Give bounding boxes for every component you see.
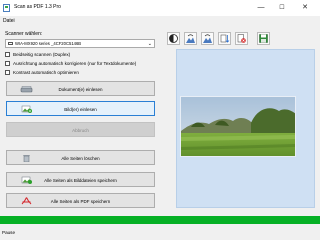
scan-document-button[interactable]: Dokument(e) einlesen <box>6 81 155 96</box>
contrast-button[interactable] <box>167 32 180 45</box>
move-page-icon <box>220 34 230 43</box>
title-bar: Scan as PDF 1.3 Pro — ☐ ✕ <box>0 0 320 16</box>
delete-all-pages-button[interactable]: Alle Seiten löschen <box>6 150 155 165</box>
scanner-icon <box>8 42 13 45</box>
delete-page-icon <box>237 34 246 43</box>
window-title: Scan as PDF 1.3 Pro <box>14 4 61 10</box>
scanner-select[interactable]: WIA-MX920 series _4CF20C5146B ⌄ <box>5 39 155 48</box>
rotate-right-button[interactable] <box>201 32 214 45</box>
status-text: Pause <box>2 230 16 235</box>
move-page-button[interactable] <box>218 32 231 45</box>
scan-document-label: Dokument(e) einlesen <box>58 87 103 92</box>
scan-image-label: Bild(er) einlesen <box>64 107 97 112</box>
disabled-action-label: Abbruch <box>72 128 89 133</box>
close-button[interactable]: ✕ <box>296 2 314 14</box>
scanner-label: Scanner wählen: <box>5 31 43 37</box>
progress-bar <box>0 216 320 224</box>
save-pdf-label: Alle Seiten als PDF speichern <box>50 199 111 204</box>
duplex-label: Beidseitig scannen (Duplex) <box>13 52 71 57</box>
maximize-button[interactable]: ☐ <box>273 2 291 14</box>
delete-all-pages-label: Alle Seiten löschen <box>61 156 100 161</box>
save-page-icon <box>259 34 268 43</box>
status-bar: Pause <box>0 226 320 240</box>
save-images-button[interactable]: Alle Seiten als Bilddateien speichern <box>6 172 155 187</box>
landscape-photo <box>181 97 295 156</box>
auto-orientation-checkbox[interactable] <box>5 61 10 66</box>
menu-item-datei[interactable]: Datei <box>3 18 15 24</box>
scan-image-button[interactable]: Bild(er) einlesen <box>6 101 155 116</box>
auto-contrast-checkbox[interactable] <box>5 70 10 75</box>
minimize-button[interactable]: — <box>252 2 270 14</box>
save-pdf-button[interactable]: Alle Seiten als PDF speichern <box>6 193 155 208</box>
rotate-left-button[interactable] <box>184 32 197 45</box>
auto-contrast-label: Kontrast automatisch optimieren <box>13 70 79 75</box>
delete-page-button[interactable] <box>235 32 248 45</box>
scanner-select-value: WIA-MX920 series _4CF20C5146B <box>15 41 82 46</box>
auto-orientation-label: Ausrichtung automatisch korrigieren (nur… <box>13 61 137 66</box>
save-images-label: Alle Seiten als Bilddateien speichern <box>44 178 117 183</box>
save-page-button[interactable] <box>257 32 270 45</box>
contrast-icon <box>169 34 178 43</box>
rotate-left-icon <box>186 34 195 43</box>
duplex-checkbox[interactable] <box>5 52 10 57</box>
chevron-down-icon: ⌄ <box>147 41 152 47</box>
disabled-action-button[interactable]: Abbruch <box>6 122 155 137</box>
menu-bar: Datei <box>0 18 320 26</box>
rotate-right-icon <box>203 34 212 43</box>
app-icon <box>3 4 10 12</box>
scanned-page-thumbnail[interactable] <box>180 96 296 157</box>
